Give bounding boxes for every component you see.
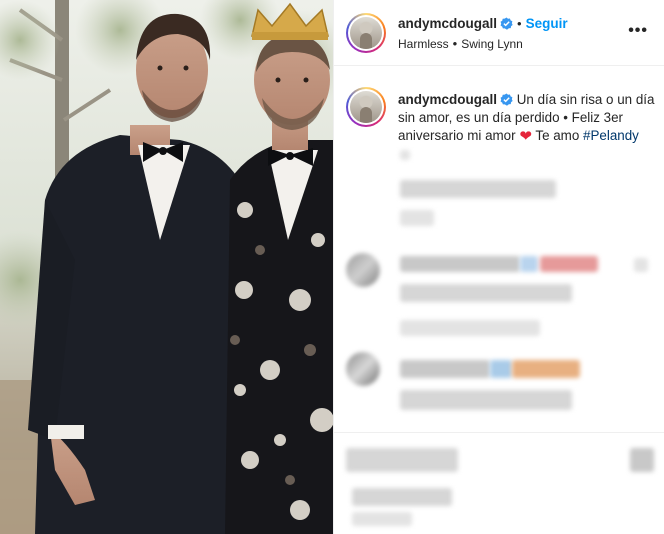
post-header: andymcdougall • Seguir Harmless • Swing Lynn…	[334, 0, 664, 66]
blurred-line	[512, 360, 580, 378]
blurred-line	[400, 360, 490, 378]
heart-emoji-icon: ❤	[519, 128, 532, 145]
blurred-line	[520, 256, 538, 272]
blurred-avatar	[346, 253, 380, 287]
post-image-illustration	[0, 0, 333, 534]
verified-badge-icon	[500, 17, 513, 30]
author-line: andymcdougall • Seguir	[398, 15, 568, 33]
blurred-line	[400, 390, 572, 410]
audio-separator: •	[452, 36, 458, 51]
blurred-line	[400, 320, 540, 336]
follow-button[interactable]: Seguir	[526, 16, 568, 31]
blurred-line	[346, 448, 458, 472]
audio-track: Swing Lynn	[461, 37, 523, 51]
caption-text: andymcdougall Un día sin risa o un día s…	[398, 91, 656, 146]
blurred-line	[352, 512, 412, 526]
post-sidebar: andymcdougall • Seguir Harmless • Swing Lynn…	[333, 0, 664, 534]
blurred-line	[400, 256, 520, 272]
audio-line[interactable]: Harmless • Swing Lynn	[398, 36, 523, 51]
caption-tail: Te amo	[535, 128, 580, 143]
blurred-line	[400, 150, 410, 160]
separator-dot: •	[517, 16, 522, 31]
author-avatar[interactable]	[346, 13, 386, 53]
blurred-avatar	[346, 352, 380, 386]
caption-verified-badge-icon	[500, 93, 513, 106]
post-photo[interactable]	[0, 0, 333, 534]
blurred-line	[400, 210, 434, 226]
blurred-line	[352, 488, 452, 506]
blurred-line	[540, 256, 598, 272]
caption-username[interactable]: andymcdougall	[398, 92, 497, 107]
caption-avatar[interactable]	[346, 87, 386, 127]
blurred-line	[400, 180, 556, 198]
blurred-line	[630, 448, 654, 472]
author-username[interactable]: andymcdougall	[398, 16, 497, 31]
hashtag-link[interactable]: #Pelandy	[583, 128, 639, 143]
blurred-line	[490, 360, 512, 378]
audio-artist: Harmless	[398, 37, 449, 51]
actions-divider	[334, 432, 664, 433]
blurred-line	[634, 258, 648, 272]
blurred-line	[400, 284, 572, 302]
more-options-icon[interactable]: •••	[628, 22, 648, 40]
